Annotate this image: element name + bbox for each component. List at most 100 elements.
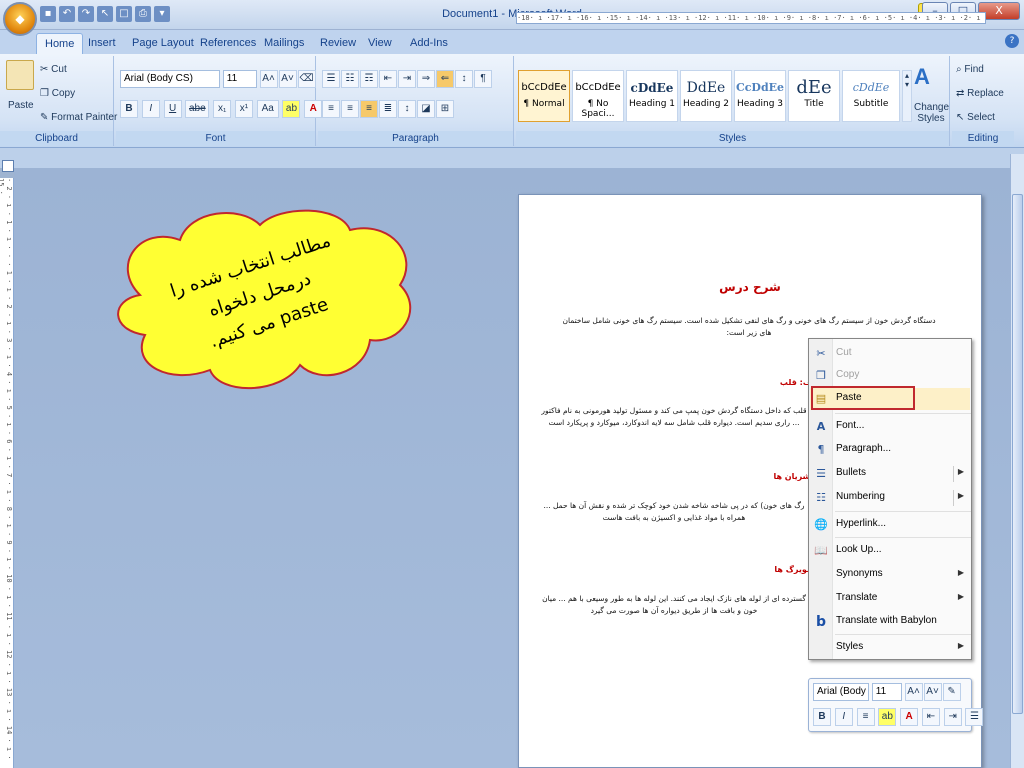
justify-icon[interactable]: ≣ — [379, 100, 397, 118]
tab-view[interactable]: View — [368, 33, 392, 54]
change-case-button[interactable]: Aa — [256, 100, 279, 118]
sort-icon[interactable]: ↕ — [455, 70, 473, 88]
multilevel-list-icon[interactable]: ☶ — [360, 70, 378, 88]
mini-font-size-box[interactable]: 11 — [871, 683, 902, 701]
tab-selector-icon[interactable] — [2, 160, 14, 172]
style-normal[interactable]: bCcDdEe ¶ Normal — [518, 70, 570, 122]
align-right-icon[interactable]: ≡ — [360, 100, 378, 118]
copy-button[interactable]: ❐ Copy — [40, 88, 75, 99]
shading-icon[interactable]: ◪ — [417, 100, 435, 118]
styles-scroll-icon[interactable]: ▴ ▾ — [902, 70, 912, 122]
menu-item-copy[interactable]: ❐ Copy — [810, 365, 970, 387]
office-logo-icon[interactable]: ◆ — [3, 2, 37, 36]
highlight-icon[interactable]: ab — [282, 100, 301, 118]
help-icon[interactable]: ? — [1005, 34, 1019, 48]
style-title[interactable]: dEe Title — [788, 70, 840, 122]
paste-button[interactable]: Paste — [8, 100, 34, 111]
style-subtitle[interactable]: cDdEe Subtitle — [842, 70, 900, 122]
font-size-box[interactable]: 11 — [222, 70, 257, 88]
italic-button[interactable]: I — [141, 100, 160, 118]
copy-icon: ❐ — [816, 369, 826, 382]
menu-item-hyperlink[interactable]: 🌐 Hyperlink... — [810, 514, 970, 536]
clear-formatting-icon[interactable]: ⌫ — [297, 70, 316, 88]
show-marks-icon[interactable]: ¶ — [474, 70, 492, 88]
ruler-bar — [0, 148, 1024, 168]
menu-item-cut[interactable]: ✂ Cut — [810, 343, 970, 365]
center-icon[interactable]: ≡ — [856, 708, 875, 726]
scrollbar-thumb[interactable] — [1012, 194, 1023, 714]
find-button[interactable]: ⌕ Find — [956, 64, 984, 75]
underline-button[interactable]: U — [163, 100, 182, 118]
select-button[interactable]: ↖ Select — [956, 112, 995, 123]
mini-bold-button[interactable]: B — [813, 708, 831, 726]
vertical-scrollbar[interactable] — [1010, 154, 1024, 768]
paragraph-group: ☰ ☷ ☶ ⇤ ⇥ ⇒ ⇐ ↕ ¶ ≡ ≡ ≡ ≣ ↕ ◪ ⊞ Paragraph — [318, 56, 514, 146]
menu-item-numbering[interactable]: ☷ Numbering ▶ — [810, 487, 970, 509]
increase-indent-icon[interactable]: ⇥ — [398, 70, 416, 88]
grow-font-icon[interactable]: A˄ — [259, 70, 278, 88]
grow-font-icon[interactable]: A˄ — [904, 683, 923, 701]
decrease-indent-icon[interactable]: ⇤ — [921, 708, 940, 726]
style-heading-1[interactable]: cDdEe Heading 1 — [626, 70, 678, 122]
ltr-icon[interactable]: ⇒ — [417, 70, 435, 88]
align-left-icon[interactable]: ≡ — [322, 100, 340, 118]
tab-mailings[interactable]: Mailings — [264, 33, 304, 54]
horizontal-ruler[interactable]: ·18· ı ·17· ı ·16· ı ·15· ı ·14· ı ·13· … — [516, 12, 986, 24]
vertical-ruler[interactable]: · 2 · ı · 1 · ı · · · 1 · ı · 2 · ı · 3 … — [0, 178, 14, 768]
menu-item-synonyms[interactable]: Synonyms ▶ — [810, 564, 970, 586]
style-heading-3[interactable]: CcDdEe Heading 3 — [734, 70, 786, 122]
bullets-icon[interactable]: ☰ — [965, 708, 984, 726]
tab-home[interactable]: Home — [36, 33, 84, 54]
menu-item-bullets[interactable]: ☰ Bullets ▶ — [810, 463, 970, 485]
format-painter-icon[interactable]: ✎ — [942, 683, 961, 701]
style-heading-2[interactable]: DdEe Heading 2 — [680, 70, 732, 122]
center-icon[interactable]: ≡ — [341, 100, 359, 118]
menu-item-translate-babylon[interactable]: b Translate with Babylon — [810, 611, 970, 633]
menu-item-styles[interactable]: Styles ▶ — [810, 637, 970, 659]
mini-toolbar: Arial (Body 11 A˄ A˅ ✎ B I ≡ ab A ⇤ ⇥ ☰ — [808, 678, 984, 732]
menu-item-look-up[interactable]: 📖 Look Up... — [810, 540, 970, 562]
tab-references[interactable]: References — [200, 33, 256, 54]
replace-icon: ⇄ — [956, 88, 968, 99]
ribbon-tabs: Home Insert Page Layout References Maili… — [0, 30, 1024, 54]
scissors-icon: ✂ — [40, 64, 52, 75]
numbering-icon[interactable]: ☷ — [341, 70, 359, 88]
highlight-icon[interactable]: ab — [878, 708, 897, 726]
decrease-indent-icon[interactable]: ⇤ — [379, 70, 397, 88]
bullets-icon[interactable]: ☰ — [322, 70, 340, 88]
replace-button[interactable]: ⇄ Replace — [956, 88, 1004, 99]
font-name-box[interactable]: Arial (Body CS) — [120, 70, 220, 88]
tab-page-layout[interactable]: Page Layout — [132, 33, 194, 54]
rtl-icon[interactable]: ⇐ — [436, 70, 454, 88]
bold-button[interactable]: B — [120, 100, 138, 118]
strikethrough-button[interactable]: abe — [185, 100, 210, 118]
clipboard-label: Clipboard — [0, 131, 113, 146]
format-painter-button[interactable]: ✎ Format Painter — [40, 112, 117, 123]
line-spacing-icon[interactable]: ↕ — [398, 100, 416, 118]
submenu-arrow-icon: ▶ — [957, 641, 964, 650]
change-styles-button[interactable]: Change Styles — [914, 102, 949, 124]
shrink-font-icon[interactable]: A˅ — [278, 70, 297, 88]
tab-insert[interactable]: Insert — [88, 33, 116, 54]
paste-highlight-box — [811, 386, 915, 410]
tab-review[interactable]: Review — [320, 33, 356, 54]
style-no-spacing[interactable]: bCcDdEe ¶ No Spaci... — [572, 70, 624, 122]
borders-icon[interactable]: ⊞ — [436, 100, 454, 118]
subscript-button[interactable]: x₁ — [213, 100, 232, 118]
menu-item-font[interactable]: A Font... — [810, 416, 970, 438]
paste-icon[interactable] — [6, 60, 34, 90]
submenu-arrow-icon: ▶ — [957, 592, 964, 601]
increase-indent-icon[interactable]: ⇥ — [943, 708, 962, 726]
font-color-icon[interactable]: A — [900, 708, 919, 726]
shrink-font-icon[interactable]: A˅ — [923, 683, 942, 701]
tab-add-ins[interactable]: Add-Ins — [410, 33, 448, 54]
superscript-button[interactable]: x¹ — [234, 100, 253, 118]
paragraph-icon: ¶ — [817, 443, 825, 456]
mini-font-name-box[interactable]: Arial (Body — [813, 683, 869, 701]
menu-item-translate[interactable]: Translate ▶ — [810, 588, 970, 610]
cut-button[interactable]: ✂ Cut — [40, 64, 67, 75]
section-paragraph: قلب که داخل دستگاه گردش خون پمپ می کند و… — [541, 406, 807, 427]
mini-italic-button[interactable]: I — [834, 708, 853, 726]
lookup-icon: 📖 — [814, 544, 828, 557]
menu-item-paragraph[interactable]: ¶ Paragraph... — [810, 439, 970, 461]
